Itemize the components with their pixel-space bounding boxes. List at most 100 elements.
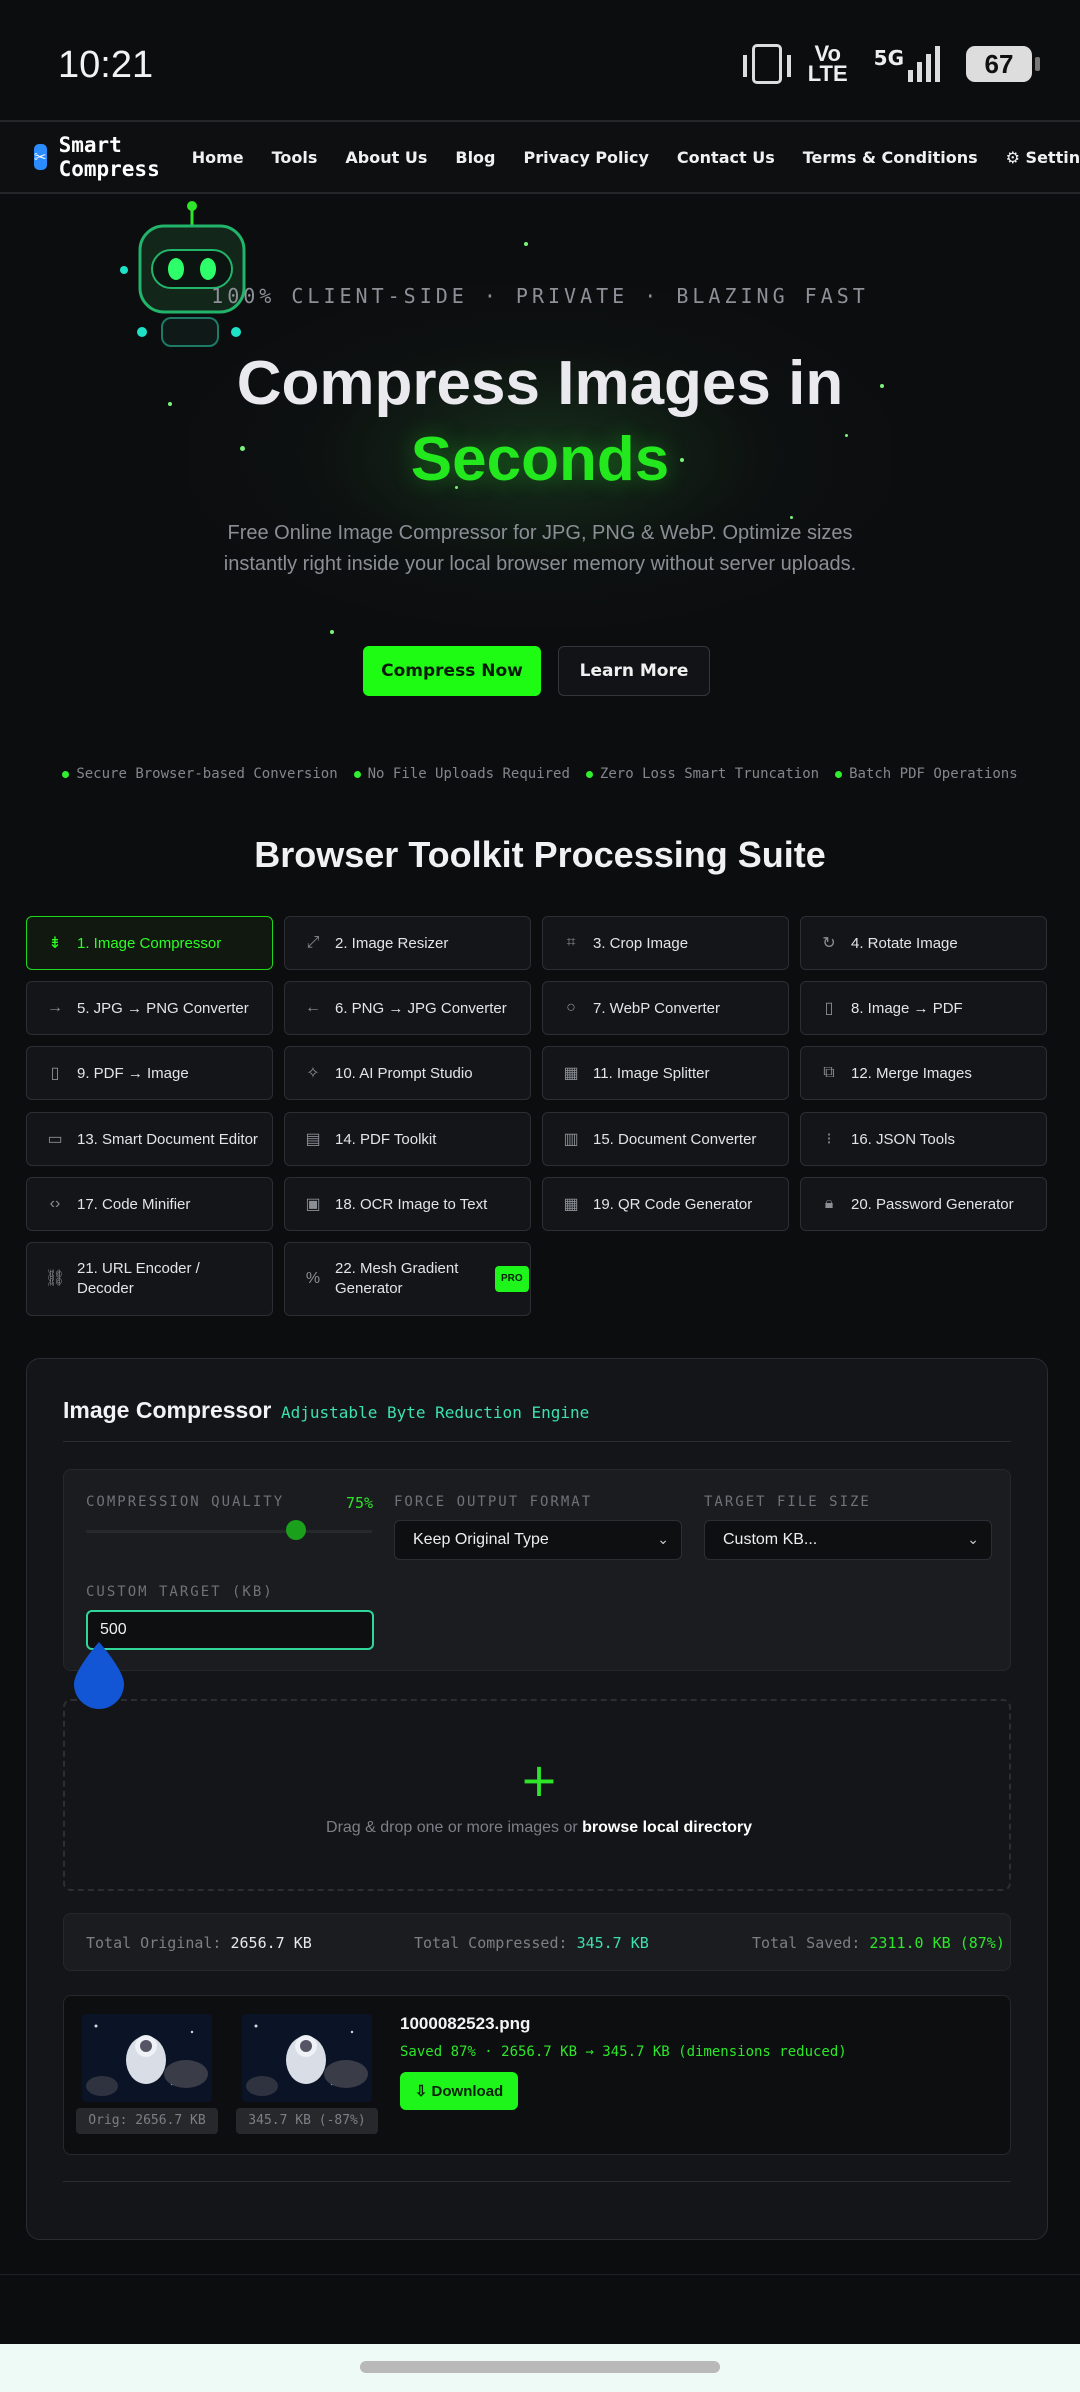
custom-target-label: CUSTOM TARGET (KB) (86, 1584, 274, 1600)
tool-icon: ⇟ (48, 935, 62, 952)
tool-label: 8. Image → PDF (851, 999, 963, 1017)
status-bar: 10:21 Vo LTE 5G 67 (0, 0, 1080, 120)
feature-item: Zero Loss Smart Truncation (586, 766, 819, 782)
tool-card-4[interactable]: ↻ 4. Rotate Image (800, 916, 1047, 970)
tool-label: 5. JPG → PNG Converter (77, 999, 249, 1017)
battery-icon: 67 (966, 46, 1040, 82)
scissors-logo-icon[interactable]: ✂ (34, 144, 47, 170)
format-label: FORCE OUTPUT FORMAT (394, 1494, 593, 1510)
learn-more-button[interactable]: Learn More (558, 646, 710, 696)
nav-link-home[interactable]: Home (192, 148, 244, 167)
tool-label: 18. OCR Image to Text (335, 1195, 488, 1213)
touch-pointer-icon (74, 1642, 124, 1709)
panel-title: Image Compressor (63, 1397, 272, 1423)
total-original: Total Original: 2656.7 KB (86, 1934, 312, 1952)
tool-card-13[interactable]: ▭ 13. Smart Document Editor (26, 1112, 273, 1166)
nav-link-about[interactable]: About Us (345, 148, 427, 167)
chevron-down-icon: ⌄ (657, 1531, 669, 1547)
quality-slider-thumb[interactable] (286, 1520, 306, 1540)
tool-card-18[interactable]: ▣ 18. OCR Image to Text (284, 1177, 531, 1231)
tool-icon: ▥ (563, 1131, 579, 1148)
plus-icon: + (519, 1753, 559, 1807)
tool-card-10[interactable]: ✧ 10. AI Prompt Studio (284, 1046, 531, 1100)
compressed-size-caption: 345.7 KB (-87%) (236, 2108, 378, 2134)
brand-name[interactable]: Smart Compress (59, 133, 160, 181)
quality-value: 75% (346, 1494, 374, 1512)
tool-icon: ⁝ (826, 1131, 832, 1148)
quality-slider-track[interactable] (86, 1530, 372, 1533)
nav-link-terms[interactable]: Terms & Conditions (803, 148, 978, 167)
tool-card-8[interactable]: ▯ 8. Image → PDF (800, 981, 1047, 1035)
nav-link-blog[interactable]: Blog (455, 148, 495, 167)
tool-card-19[interactable]: ▦ 19. QR Code Generator (542, 1177, 789, 1231)
tool-icon: ▯ (50, 1065, 60, 1082)
tool-card-3[interactable]: ⌗ 3. Crop Image (542, 916, 789, 970)
tool-label: 20. Password Generator (851, 1195, 1014, 1213)
nav-link-privacy[interactable]: Privacy Policy (524, 148, 649, 167)
nav-link-tools[interactable]: Tools (272, 148, 318, 167)
tool-card-17[interactable]: ‹› 17. Code Minifier (26, 1177, 273, 1231)
suite-title: Browser Toolkit Processing Suite (254, 834, 826, 875)
tool-label: 21. URL Encoder / Decoder (77, 1260, 200, 1297)
format-select[interactable]: Keep Original Type ⌄ (394, 1520, 682, 1560)
tool-card-5[interactable]: → 5. JPG → PNG Converter (26, 981, 273, 1035)
tool-card-9[interactable]: ▯ 9. PDF → Image (26, 1046, 273, 1100)
tool-card-2[interactable]: ⤢ 2. Image Resizer (284, 916, 531, 970)
system-nav-bar (0, 2344, 1080, 2392)
tool-card-14[interactable]: ▤ 14. PDF Toolkit (284, 1112, 531, 1166)
tool-icon: ⛓ (45, 1270, 66, 1287)
tool-icon: → (47, 999, 63, 1016)
result-summary: Saved 87% · 2656.7 KB → 345.7 KB (dimens… (400, 2044, 847, 2060)
tool-card-16[interactable]: ⁝ 16. JSON Tools (800, 1112, 1047, 1166)
tool-icon: ✧ (306, 1065, 320, 1082)
original-size-caption: Orig: 2656.7 KB (76, 2108, 218, 2134)
hero-description: Free Online Image Compressor for JPG, PN… (223, 522, 857, 575)
custom-target-input[interactable]: 500 (86, 1610, 374, 1650)
tool-label: 16. JSON Tools (851, 1130, 955, 1148)
compressed-thumbnail (242, 2014, 372, 2102)
home-indicator[interactable] (360, 2361, 720, 2373)
tool-card-21[interactable]: ⛓ 21. URL Encoder / Decoder (26, 1242, 273, 1316)
tool-label: 19. QR Code Generator (593, 1195, 753, 1213)
tool-card-20[interactable]: 🔒︎ 20. Password Generator (800, 1177, 1047, 1231)
tool-icon: ‹› (49, 1195, 61, 1212)
pro-badge: PRO (495, 1266, 529, 1292)
divider (63, 2181, 1011, 2182)
hero-section: 100% CLIENT-SIDE · PRIVATE · BLAZING FAS… (0, 196, 1080, 756)
total-compressed: Total Compressed: 345.7 KB (414, 1934, 649, 1952)
tool-card-15[interactable]: ▥ 15. Document Converter (542, 1112, 789, 1166)
chevron-down-icon: ⌄ (967, 1531, 979, 1547)
tool-card-11[interactable]: ▦ 11. Image Splitter (542, 1046, 789, 1100)
vibrate-icon (742, 44, 791, 84)
tool-label: 22. Mesh Gradient Generator (335, 1260, 459, 1297)
browse-link[interactable]: browse local directory (582, 1819, 752, 1836)
tool-card-1[interactable]: ⇟ 1. Image Compressor (26, 916, 273, 970)
tool-icon: ↻ (822, 935, 836, 952)
compress-now-button[interactable]: Compress Now (363, 646, 541, 696)
nav-link-settings[interactable]: ⚙ Settings (1006, 148, 1080, 167)
tool-icon: ⌗ (566, 934, 576, 951)
target-select-value: Custom KB... (723, 1531, 818, 1548)
target-size-select[interactable]: Custom KB... ⌄ (704, 1520, 992, 1560)
tool-icon: ▦ (563, 1196, 579, 1213)
tool-label: 1. Image Compressor (77, 934, 222, 952)
feature-item: Batch PDF Operations (835, 766, 1018, 782)
download-button[interactable]: ⇩ Download (400, 2072, 518, 2110)
result-filename: 1000082523.png (400, 2014, 531, 2033)
tool-icon: % (305, 1270, 321, 1287)
tool-label: 9. PDF → Image (77, 1064, 189, 1082)
tool-label: 6. PNG → JPG Converter (335, 999, 507, 1017)
image-dropzone[interactable]: + Drag & drop one or more images or brow… (63, 1699, 1011, 1891)
hero-title-highlight: Seconds (410, 425, 670, 494)
tool-card-6[interactable]: ← 6. PNG → JPG Converter (284, 981, 531, 1035)
tool-icon: 🔒︎ (824, 1195, 834, 1212)
feature-item: No File Uploads Required (354, 766, 570, 782)
hero-tagline: 100% CLIENT-SIDE · PRIVATE · BLAZING FAS… (211, 284, 869, 308)
tool-card-22[interactable]: % 22. Mesh Gradient Generator PRO (284, 1242, 531, 1316)
tool-card-12[interactable]: ⧉ 12. Merge Images (800, 1046, 1047, 1100)
footer-divider (0, 2274, 1080, 2275)
totals-bar: Total Original: 2656.7 KB Total Compress… (63, 1913, 1011, 1971)
nav-link-contact[interactable]: Contact Us (677, 148, 775, 167)
tool-card-7[interactable]: ○ 7. WebP Converter (542, 981, 789, 1035)
settings-box: COMPRESSION QUALITY 75% FORCE OUTPUT FOR… (63, 1469, 1011, 1671)
